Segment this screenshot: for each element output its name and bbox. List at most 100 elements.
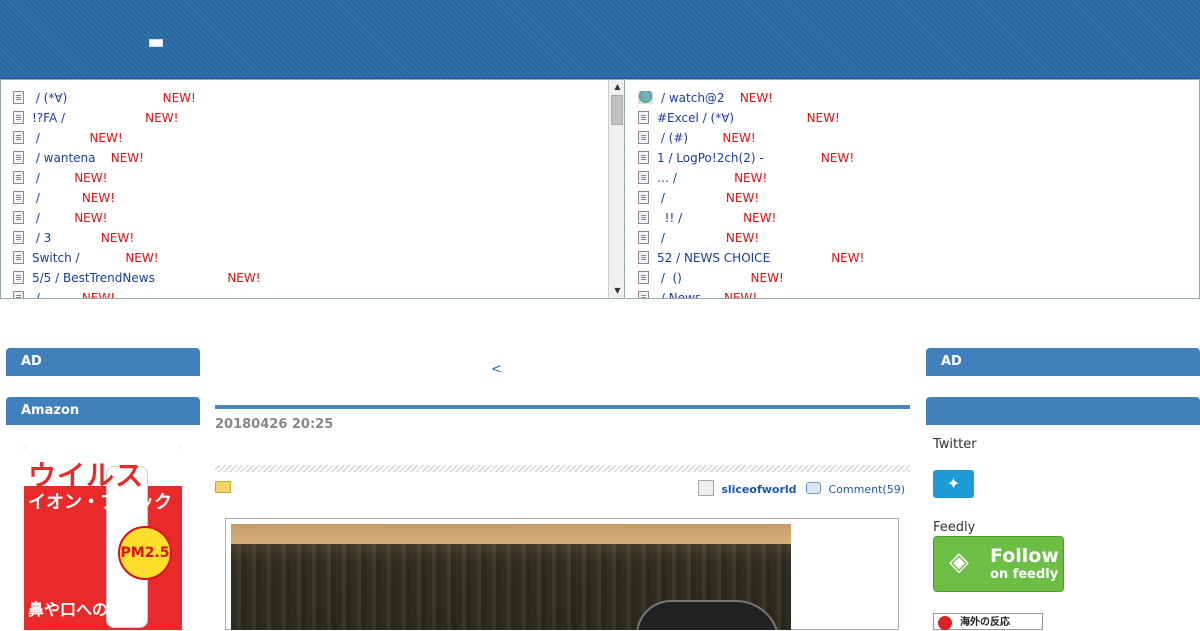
list-item[interactable]: / NEW!: [11, 168, 624, 188]
list-item[interactable]: / 3 NEW!: [11, 228, 624, 248]
left-ad-heading: AD: [6, 348, 200, 376]
feed-link[interactable]: / wantena: [32, 151, 111, 165]
new-badge: NEW!: [734, 171, 768, 185]
feed-link[interactable]: / 3: [32, 231, 101, 245]
feed-link[interactable]: … /: [657, 171, 734, 185]
new-badge: NEW!: [145, 111, 179, 125]
feedly-icon: ◈: [949, 547, 969, 577]
feedly-follow-button[interactable]: ◈ Follow on feedly: [933, 536, 1064, 592]
feed-list-left: / (*∀) NEW! !?FA / NEW! / NEW! / wantena…: [1, 80, 624, 299]
list-item[interactable]: !! / NEW!: [636, 208, 1199, 228]
document-icon: [13, 91, 24, 104]
new-badge: NEW!: [806, 111, 840, 125]
list-item[interactable]: / NEW!: [11, 128, 624, 148]
document-icon: [13, 251, 24, 264]
feed-link[interactable]: /: [32, 191, 82, 205]
list-item[interactable]: / (#) NEW!: [636, 128, 1199, 148]
new-badge: NEW!: [81, 191, 116, 205]
ad-product-subtitle: イオン・ブロック: [28, 492, 172, 513]
list-item[interactable]: / NEW!: [11, 288, 624, 299]
document-icon: [638, 111, 649, 124]
right-widget-heading: [926, 397, 1200, 425]
document-icon: [13, 171, 24, 184]
list-item[interactable]: 52 / NEWS CHOICE NEW!: [636, 248, 1199, 268]
feed-link[interactable]: 1 / LogPo!2ch(2) -: [657, 151, 821, 165]
new-badge: NEW!: [227, 271, 261, 285]
new-badge: NEW!: [743, 211, 777, 225]
new-badge: NEW!: [725, 231, 760, 245]
list-item[interactable]: / (*∀) NEW!: [11, 88, 624, 108]
feedly-on-text: on feedly: [990, 567, 1059, 582]
document-icon: [13, 151, 24, 164]
new-badge: NEW!: [74, 171, 108, 185]
list-item[interactable]: / NEW!: [636, 188, 1199, 208]
feed-link[interactable]: #Excel / (*∀): [657, 111, 807, 125]
overseas-reaction-banner[interactable]: 海外の反応: [933, 613, 1043, 630]
feed-link[interactable]: /: [32, 131, 89, 145]
feed-scrollbar[interactable]: ▲ ▼: [608, 80, 624, 298]
site-logo[interactable]: [149, 39, 163, 47]
new-badge: NEW!: [162, 91, 196, 105]
feed-link[interactable]: / (): [657, 271, 751, 285]
article-photo[interactable]: [231, 524, 791, 630]
list-item[interactable]: / wantena NEW!: [11, 148, 624, 168]
list-item[interactable]: Switch / NEW!: [11, 248, 624, 268]
list-item[interactable]: 5/5 / BestTrendNews NEW!: [11, 268, 624, 288]
feed-link[interactable]: /: [657, 191, 726, 205]
post-date: 20180426 20:25: [215, 417, 334, 432]
list-item[interactable]: … / NEW!: [636, 168, 1199, 188]
new-badge: NEW!: [74, 211, 108, 225]
feed-link[interactable]: / News: [657, 291, 724, 298]
feed-link[interactable]: /: [32, 171, 74, 185]
feed-link[interactable]: / (#): [657, 131, 722, 145]
document-icon: [638, 291, 649, 298]
banner-text: 海外の反応: [960, 617, 1010, 628]
feed-link[interactable]: 5/5 / BestTrendNews: [32, 271, 227, 285]
new-badge: NEW!: [81, 291, 116, 299]
twitter-label: Twitter: [933, 437, 977, 452]
twitter-button[interactable]: ✦: [933, 470, 974, 498]
post-meta: sliceofworld Comment(59): [697, 480, 905, 496]
scroll-down-arrow-icon[interactable]: ▼: [609, 284, 624, 298]
feed-link[interactable]: Switch /: [32, 251, 125, 265]
feed-link[interactable]: /: [32, 211, 74, 225]
list-item[interactable]: / watch@2 NEW!: [636, 88, 1199, 108]
list-item[interactable]: / () NEW!: [636, 268, 1199, 288]
document-icon: [638, 211, 649, 224]
list-item[interactable]: / NEW!: [636, 228, 1199, 248]
list-item[interactable]: / News NEW!: [636, 288, 1199, 299]
feed-link[interactable]: /: [32, 291, 82, 298]
new-badge: NEW!: [110, 151, 144, 165]
hatch-divider: [215, 465, 910, 472]
amazon-heading: Amazon: [6, 397, 200, 425]
list-item[interactable]: 1 / LogPo!2ch(2) - NEW!: [636, 148, 1199, 168]
feed-link[interactable]: !?FA /: [32, 111, 145, 125]
new-badge: NEW!: [739, 91, 774, 105]
feed-link[interactable]: / watch@2: [661, 91, 740, 105]
new-badge: NEW!: [125, 251, 159, 265]
document-icon: [638, 231, 649, 244]
list-item[interactable]: / NEW!: [11, 188, 624, 208]
feed-link[interactable]: 52 / NEWS CHOICE: [657, 251, 831, 265]
document-icon: [638, 251, 649, 264]
new-badge: NEW!: [723, 291, 758, 299]
comments-link[interactable]: Comment(59): [829, 483, 905, 496]
list-item[interactable]: / NEW!: [11, 208, 624, 228]
feed-link[interactable]: !! /: [657, 211, 743, 225]
twitter-icon: ✦: [946, 474, 961, 493]
prev-article-link[interactable]: <: [491, 362, 502, 377]
feed-link[interactable]: / (*∀): [32, 91, 163, 105]
document-icon: [638, 271, 649, 284]
document-icon: [13, 211, 24, 224]
new-badge: NEW!: [722, 131, 756, 145]
feed-link[interactable]: /: [657, 231, 726, 245]
scroll-up-arrow-icon[interactable]: ▲: [609, 80, 624, 94]
amazon-ad-product[interactable]: ウイルス イオン・ブロック PM2.5 鼻や口への侵: [24, 446, 182, 630]
folder-icon[interactable]: [215, 481, 231, 493]
author-link[interactable]: sliceofworld: [721, 483, 796, 496]
scroll-thumb[interactable]: [611, 95, 623, 125]
feed-list-right: / watch@2 NEW! #Excel / (*∀) NEW! / (#) …: [626, 80, 1199, 299]
list-item[interactable]: !?FA / NEW!: [11, 108, 624, 128]
new-badge: NEW!: [820, 151, 855, 165]
list-item[interactable]: #Excel / (*∀) NEW!: [636, 108, 1199, 128]
